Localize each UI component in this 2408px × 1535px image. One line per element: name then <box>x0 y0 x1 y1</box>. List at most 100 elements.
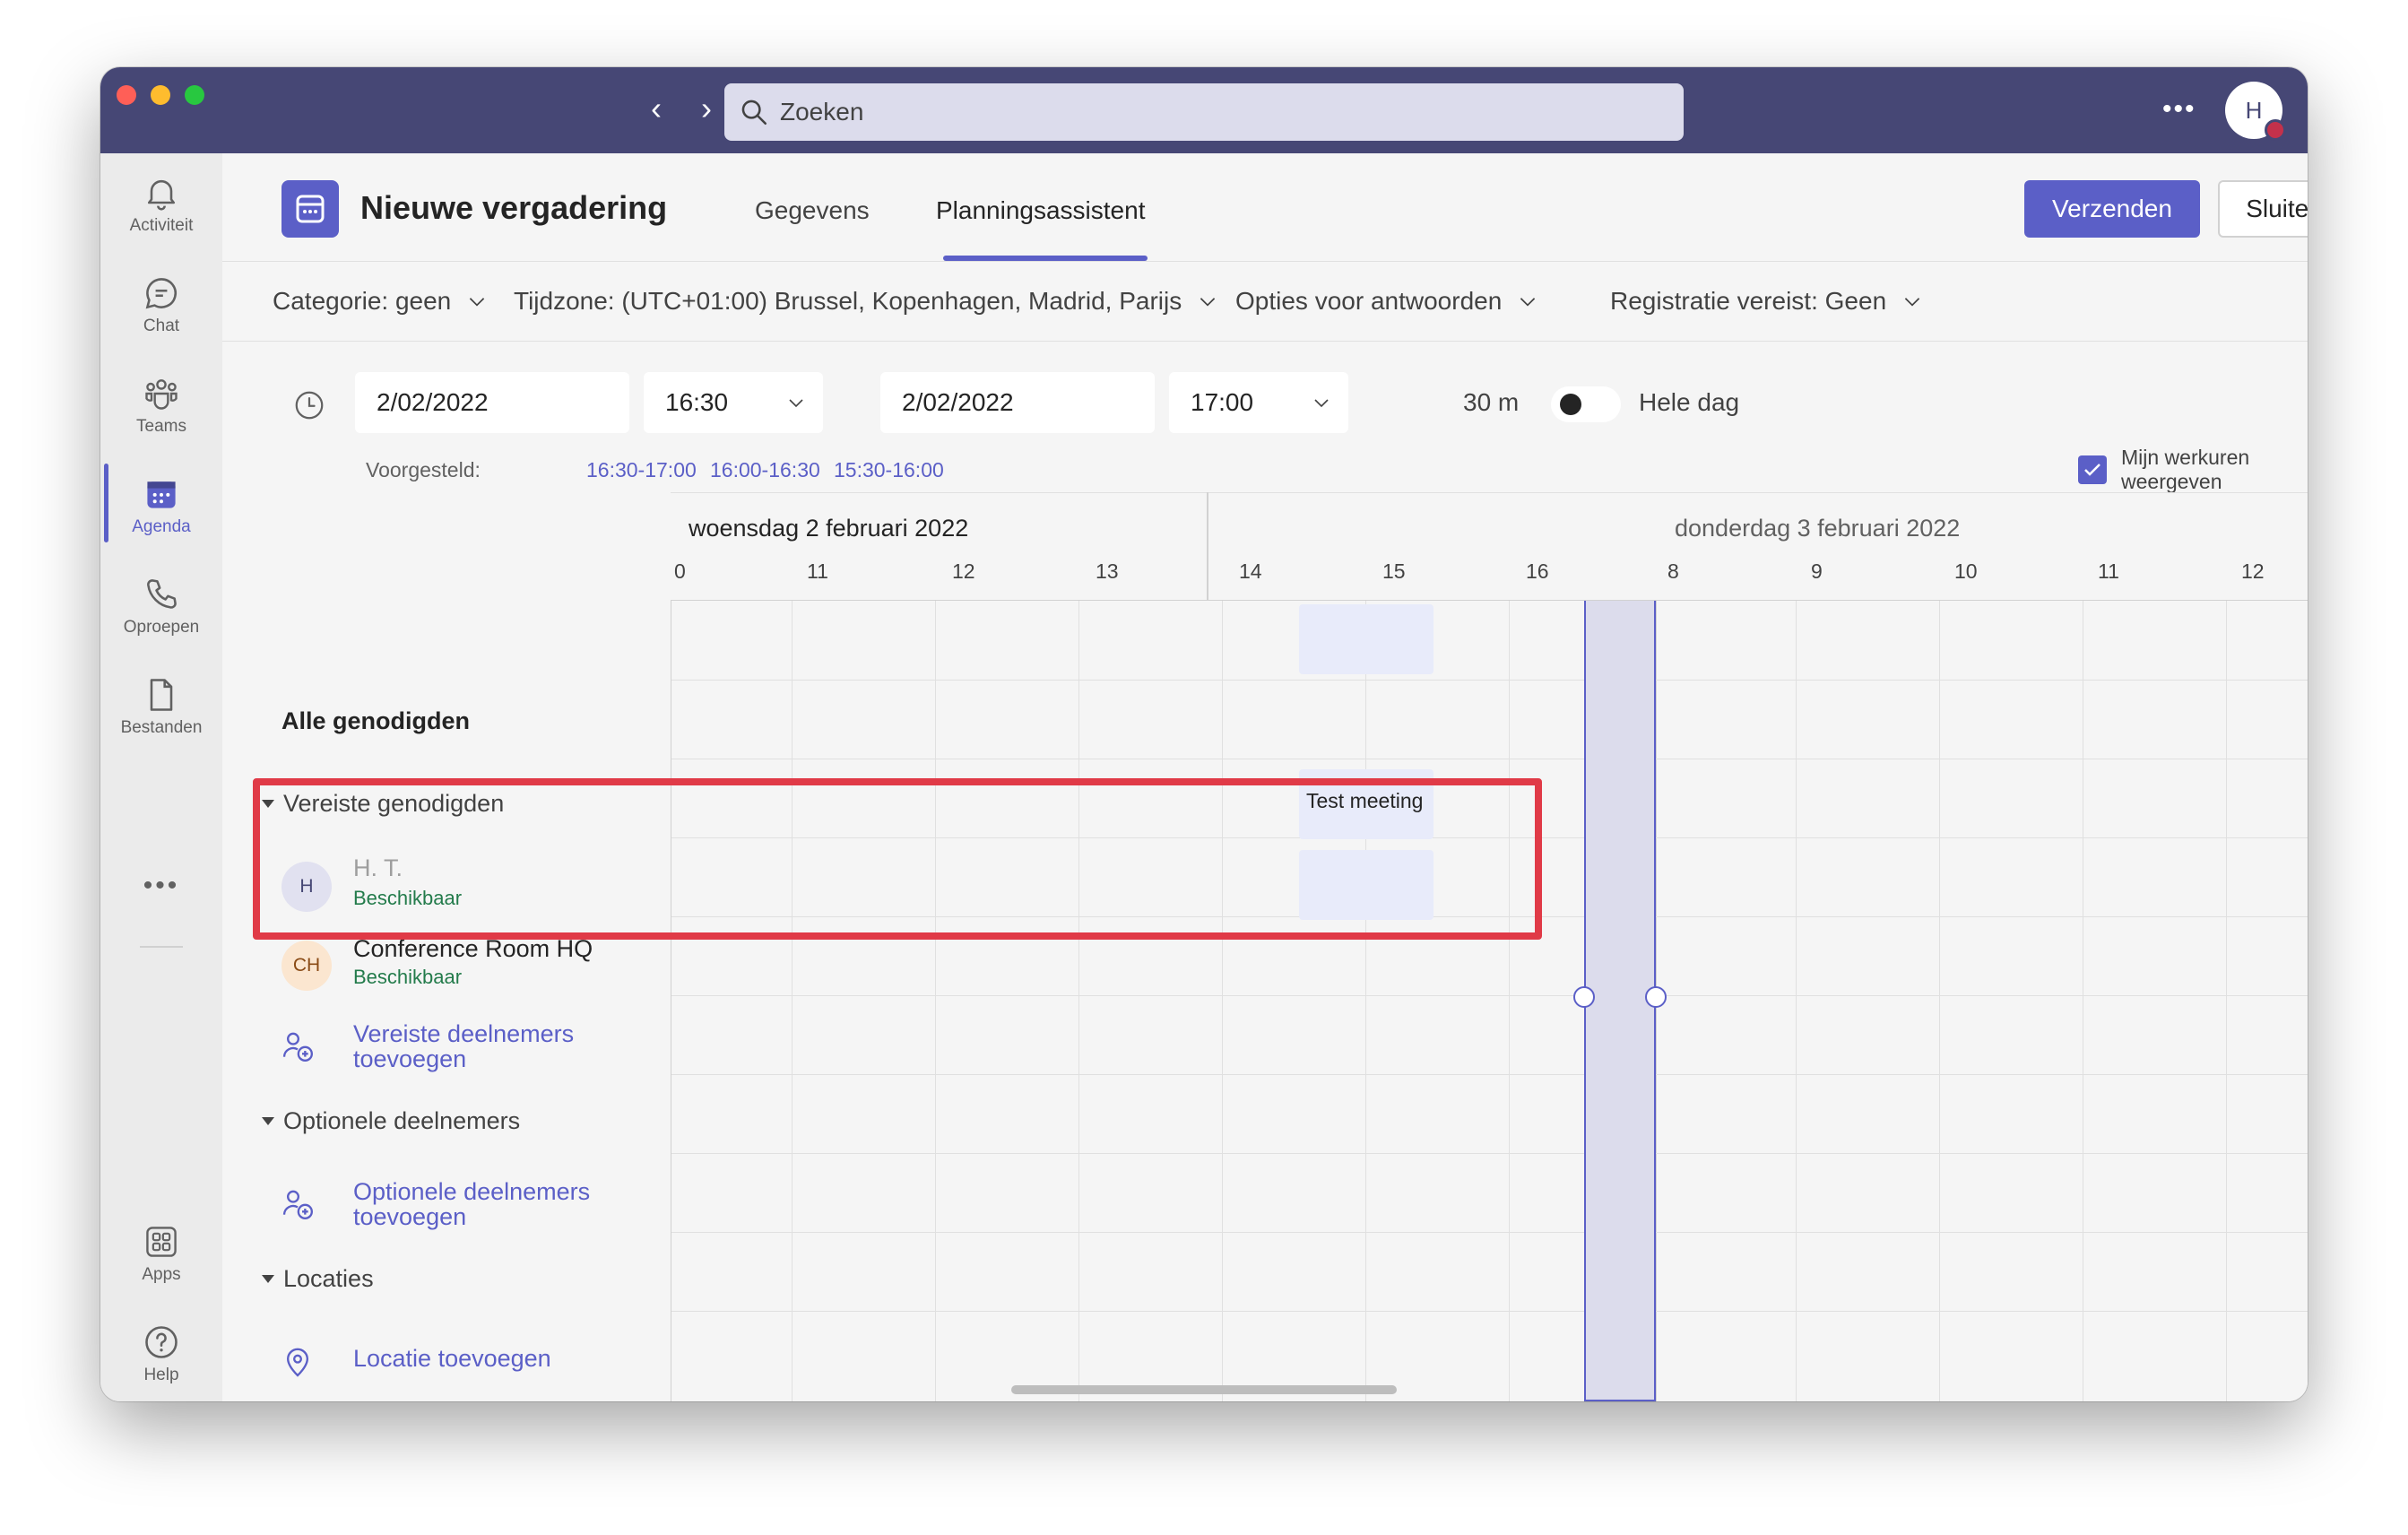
tab-scheduling-assistant[interactable]: Planningsassistent <box>936 196 1145 225</box>
category-dropdown[interactable]: Categorie: geen <box>273 287 489 316</box>
grid-line <box>1796 601 1797 1401</box>
avatar: H <box>282 862 332 912</box>
work-hours-checkbox[interactable] <box>2078 455 2107 484</box>
phone-icon <box>147 579 177 609</box>
add-required-attendees-link[interactable]: Vereiste deelnemers toevoegen <box>353 1021 622 1071</box>
registration-dropdown[interactable]: Registratie vereist: Geen <box>1610 287 1924 316</box>
rail-label: Teams <box>136 417 186 436</box>
hour-label: 12 <box>2241 559 2265 583</box>
grid-line <box>671 1074 2308 1075</box>
caret-down-icon <box>262 1117 274 1125</box>
rail-item-files[interactable]: Bestanden <box>100 664 222 754</box>
more-apps-icon[interactable]: ••• <box>100 871 222 901</box>
hour-label: 9 <box>1811 559 1823 583</box>
slot-resize-handle[interactable] <box>1645 986 1667 1008</box>
suggested-time-link[interactable]: 16:00-16:30 <box>710 458 820 482</box>
slot-resize-handle[interactable] <box>1573 986 1595 1008</box>
duration-label: 30 m <box>1463 388 1520 416</box>
suggested-time-link[interactable]: 15:30-16:00 <box>834 458 944 482</box>
work-hours-toggle[interactable]: Mijn werkuren weergeven <box>2078 446 2308 494</box>
rail-label: Chat <box>143 317 180 335</box>
minimize-window-button[interactable] <box>151 85 170 105</box>
help-icon <box>145 1326 178 1358</box>
locations-toggle[interactable]: Locaties <box>262 1265 374 1293</box>
more-options-icon[interactable]: ••• <box>2162 94 2196 125</box>
avatar: CH <box>282 941 332 991</box>
rail-item-activity[interactable]: Activiteit <box>100 162 222 252</box>
rail-item-calls[interactable]: Oproepen <box>100 564 222 654</box>
grid-line <box>671 1311 2308 1312</box>
search-input[interactable]: Zoeken <box>724 83 1684 141</box>
day-label: donderdag 3 februari 2022 <box>1675 515 1961 542</box>
grid-line <box>671 837 2308 838</box>
hour-label: 8 <box>1667 559 1679 583</box>
grid-line <box>1078 601 1079 1401</box>
apps-icon <box>146 1227 177 1257</box>
tab-details[interactable]: Gegevens <box>755 196 870 225</box>
calendar-icon <box>282 180 339 238</box>
teams-icon <box>145 379 178 410</box>
grid-line <box>1365 601 1366 1401</box>
time-row: 2/02/2022 16:30 2/02/2022 17:00 30 m Hel… <box>222 342 2308 494</box>
all-day-label: Hele dag <box>1639 388 1740 416</box>
rail-item-apps[interactable]: Apps <box>100 1211 222 1301</box>
title-bar: ‹ › Zoeken ••• H <box>100 67 2308 153</box>
bell-icon <box>147 179 176 211</box>
hour-label: 0 <box>674 559 686 583</box>
back-arrow-icon[interactable]: ‹ <box>638 91 674 126</box>
caret-down-icon <box>262 800 274 808</box>
category-label: Categorie: geen <box>273 287 452 315</box>
start-date-input[interactable]: 2/02/2022 <box>355 372 629 433</box>
close-button[interactable]: Sluiten <box>2218 180 2308 238</box>
add-optional-attendees-link[interactable]: Optionele deelnemers toevoegen <box>353 1179 622 1229</box>
search-placeholder: Zoeken <box>780 98 864 126</box>
grid-line <box>671 680 2308 681</box>
maximize-window-button[interactable] <box>185 85 204 105</box>
horizontal-scrollbar[interactable] <box>1011 1385 1397 1394</box>
busy-block[interactable] <box>1299 604 1434 674</box>
busy-block[interactable] <box>1299 850 1434 920</box>
rail-item-help[interactable]: Help <box>100 1312 222 1401</box>
rail-label: Bestanden <box>120 718 203 737</box>
end-date-input[interactable]: 2/02/2022 <box>880 372 1155 433</box>
rail-label: Apps <box>142 1265 181 1284</box>
hour-label: 11 <box>2098 559 2119 583</box>
add-location-link[interactable]: Locatie toevoegen <box>353 1346 551 1371</box>
locations-label: Locaties <box>283 1265 374 1292</box>
start-time-select[interactable]: 16:30 <box>644 372 823 433</box>
required-attendees-toggle[interactable]: Vereiste genodigden <box>262 790 504 818</box>
timezone-label: Tijdzone: (UTC+01:00) Brussel, Kopenhage… <box>514 287 1182 315</box>
caret-down-icon <box>262 1275 274 1283</box>
reply-options-dropdown[interactable]: Opties voor antwoorden <box>1235 287 1539 316</box>
attendee-name: H. T. <box>353 854 403 881</box>
chevron-down-icon <box>1520 298 1536 307</box>
timezone-dropdown[interactable]: Tijdzone: (UTC+01:00) Brussel, Kopenhage… <box>514 287 1219 316</box>
optional-attendees-label: Optionele deelnemers <box>283 1107 521 1134</box>
send-button[interactable]: Verzenden <box>2024 180 2200 238</box>
chevron-down-icon <box>470 298 485 307</box>
calendar-icon <box>147 481 176 508</box>
rail-item-calendar[interactable]: Agenda <box>100 464 222 553</box>
grid-line <box>1939 601 1940 1401</box>
close-window-button[interactable] <box>117 85 136 105</box>
options-bar: Categorie: geen Tijdzone: (UTC+01:00) Br… <box>222 261 2308 342</box>
chevron-down-icon <box>1200 298 1216 307</box>
scheduling-grid[interactable]: Test meeting <box>671 600 2308 1401</box>
all-attendees-label: Alle genodigden <box>282 707 471 734</box>
required-attendees-label: Vereiste genodigden <box>283 790 505 817</box>
presence-status-icon <box>2265 119 2286 141</box>
timeline-header: woensdag 2 februari 2022 donderdag 3 feb… <box>671 492 2308 600</box>
hour-label: 15 <box>1382 559 1406 583</box>
clock-icon <box>295 391 324 420</box>
forward-arrow-icon[interactable]: › <box>689 91 724 126</box>
grid-line <box>2226 601 2227 1401</box>
optional-attendees-toggle[interactable]: Optionele deelnemers <box>262 1107 520 1135</box>
all-day-toggle[interactable] <box>1551 386 1621 422</box>
rail-item-chat[interactable]: Chat <box>100 263 222 352</box>
end-time-select[interactable]: 17:00 <box>1169 372 1348 433</box>
add-person-icon <box>282 1190 313 1219</box>
attendee-status: Beschikbaar <box>353 966 463 988</box>
suggested-time-link[interactable]: 16:30-17:00 <box>586 458 697 482</box>
hour-label: 14 <box>1239 559 1262 583</box>
rail-item-teams[interactable]: Teams <box>100 363 222 453</box>
